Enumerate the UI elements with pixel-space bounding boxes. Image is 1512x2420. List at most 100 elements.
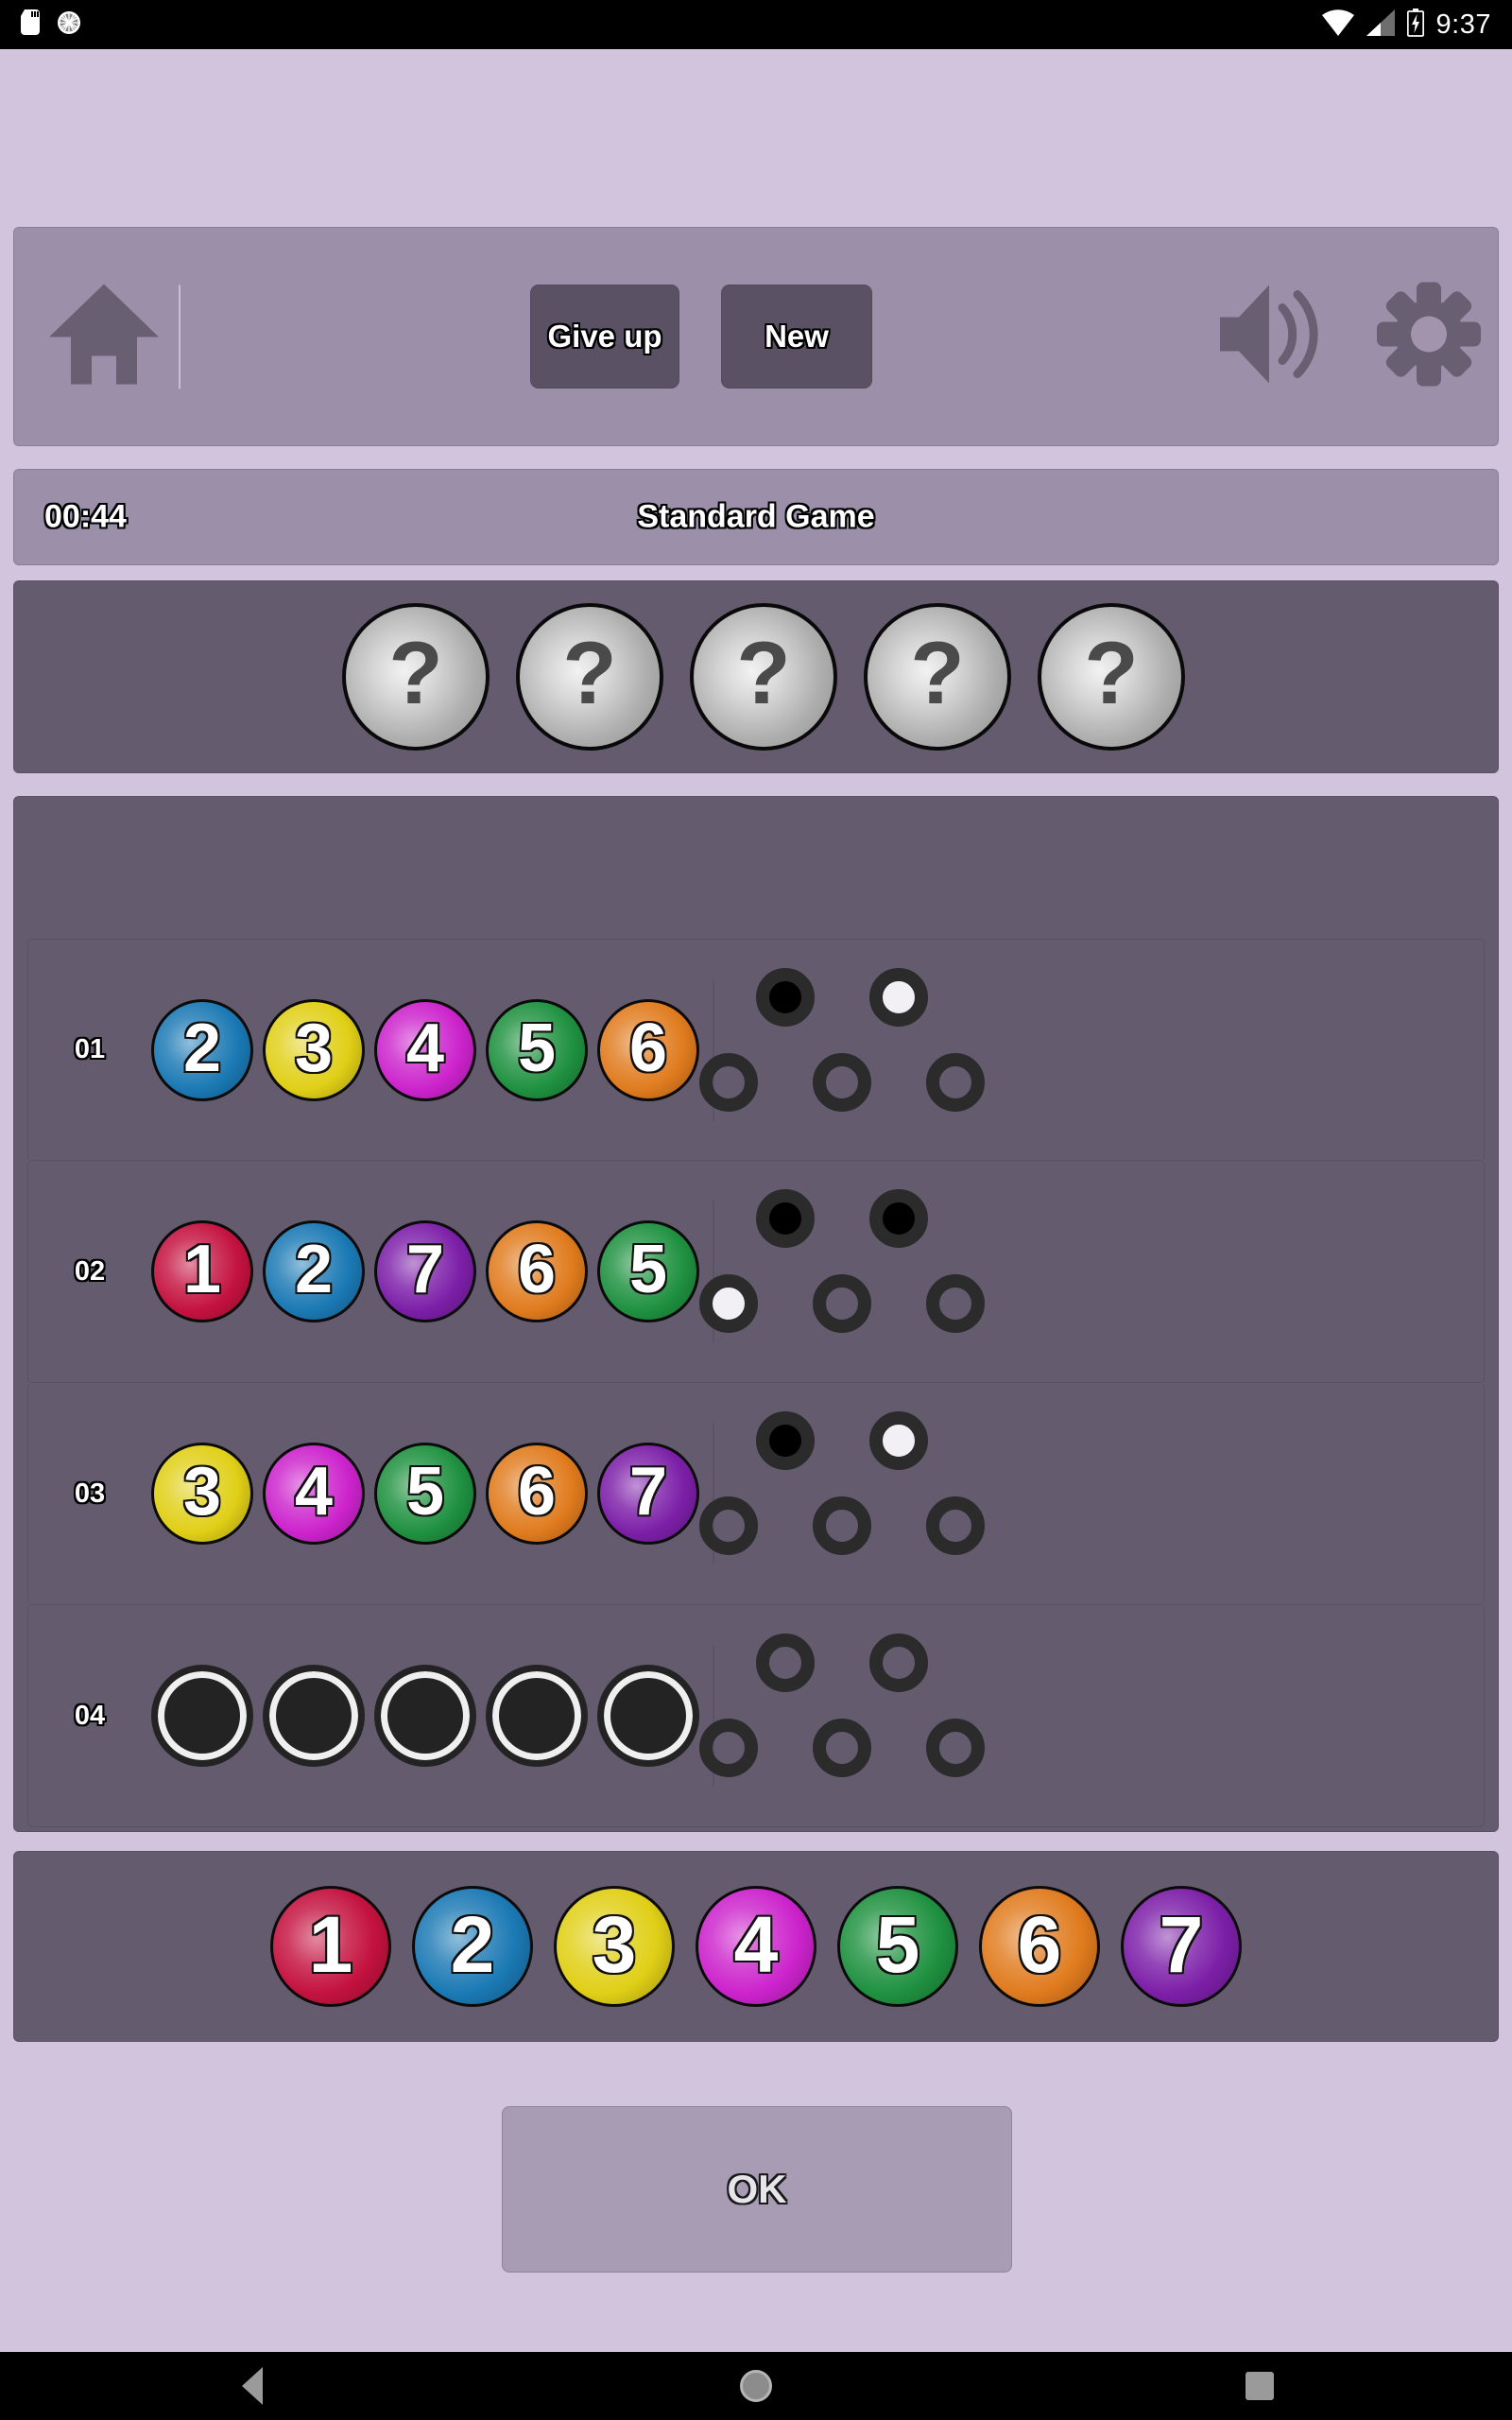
status-bar-clock: 9:37 [1435, 9, 1491, 40]
guess-peg-1[interactable]: 2 [151, 998, 253, 1101]
feedback-peg-black [756, 1189, 815, 1248]
guess-peg-4[interactable]: 6 [486, 1443, 588, 1545]
secret-peg-4: ? [864, 603, 1011, 751]
nav-back-button[interactable] [196, 2352, 309, 2420]
feedback-area [699, 1626, 996, 1806]
feedback-peg-black [869, 1189, 928, 1248]
guess-peg-2[interactable] [263, 1665, 365, 1767]
status-line: 00:44 Standard Game [13, 469, 1499, 565]
feedback-peg-none [699, 1052, 758, 1112]
feedback-peg-black [756, 967, 815, 1027]
secret-peg-2: ? [516, 603, 663, 751]
guess-row-number: 02 [74, 1255, 106, 1287]
guess-peg-5[interactable]: 7 [597, 1443, 699, 1545]
guess-peg-1[interactable]: 3 [151, 1443, 253, 1545]
guess-row: 03 3 4 5 6 7 [27, 1383, 1485, 1605]
wifi-icon [1321, 9, 1354, 41]
guess-peg-area [151, 1665, 699, 1767]
app-screen: 9:37 Give up New 00:44 Standard Game ? ?… [0, 0, 1512, 2420]
gear-icon [1377, 282, 1481, 390]
feedback-area [699, 1404, 996, 1583]
feedback-peg-none [813, 1719, 871, 1777]
secret-peg-5: ? [1038, 603, 1185, 751]
give-up-button[interactable]: Give up [530, 285, 679, 389]
game-mode-label: Standard Game [637, 498, 875, 535]
game-toolbar: Give up New [13, 227, 1499, 446]
palette-peg-5[interactable]: 5 [837, 1886, 958, 2007]
palette-peg-7[interactable]: 7 [1121, 1886, 1242, 2007]
color-palette: 1234567 [13, 1851, 1499, 2042]
guess-row-number: 04 [74, 1700, 106, 1731]
guess-peg-5[interactable] [597, 1665, 699, 1767]
android-nav-bar [0, 2352, 1512, 2420]
feedback-peg-none [926, 1052, 985, 1112]
feedback-peg-white [869, 1411, 928, 1470]
guess-peg-3[interactable]: 4 [374, 998, 476, 1101]
feedback-peg-none [869, 1634, 928, 1692]
guess-row: 02 1 2 7 6 5 [27, 1161, 1485, 1383]
palette-peg-6[interactable]: 6 [979, 1886, 1100, 2007]
battery-charging-icon [1406, 8, 1424, 42]
feedback-peg-white [699, 1274, 758, 1333]
ok-button[interactable]: OK [502, 2106, 1012, 2273]
guess-peg-2[interactable]: 2 [263, 1220, 365, 1322]
nav-home-button[interactable] [699, 2352, 813, 2420]
guess-peg-2[interactable]: 3 [263, 998, 365, 1101]
guess-peg-area: 23456 [151, 998, 699, 1101]
board-top-spacer [14, 797, 1498, 939]
home-button[interactable] [46, 283, 180, 391]
status-bar-left-icons [0, 9, 81, 40]
guess-peg-3[interactable]: 7 [374, 1220, 476, 1322]
feedback-peg-none [756, 1634, 815, 1692]
guess-peg-1[interactable]: 1 [151, 1220, 253, 1322]
guess-peg-area: 34567 [151, 1443, 699, 1545]
guess-peg-3[interactable]: 5 [374, 1443, 476, 1545]
feedback-peg-none [813, 1274, 871, 1333]
palette-peg-4[interactable]: 4 [696, 1886, 816, 2007]
secret-code-row: ????? [13, 580, 1499, 773]
feedback-peg-none [926, 1274, 985, 1333]
settings-button[interactable] [1377, 282, 1481, 391]
home-circle-icon [739, 2370, 772, 2402]
cellular-signal-icon [1366, 9, 1395, 41]
guess-row: 01 2 3 4 5 6 [27, 939, 1485, 1161]
feedback-peg-white [869, 967, 928, 1027]
guess-row-number: 03 [74, 1478, 106, 1509]
secret-peg-1: ? [342, 603, 490, 751]
recents-icon [1246, 2372, 1275, 2400]
palette-peg-1[interactable]: 1 [270, 1886, 391, 2007]
palette-peg-3[interactable]: 3 [554, 1886, 675, 2007]
feedback-peg-none [926, 1496, 985, 1555]
status-bar-right-icons: 9:37 [1321, 8, 1512, 42]
guess-row-number: 01 [74, 1034, 106, 1064]
secret-peg-3: ? [690, 603, 837, 751]
feedback-peg-black [756, 1411, 815, 1470]
guess-peg-1[interactable] [151, 1665, 253, 1767]
android-status-bar: 9:37 [0, 0, 1512, 49]
guess-board: 01 2 3 4 5 6 02 1 2 7 6 5 03 3 4 5 6 7 04 [13, 796, 1499, 1832]
feedback-peg-none [813, 1052, 871, 1112]
feedback-area [699, 1182, 996, 1361]
nav-recents-button[interactable] [1203, 2352, 1316, 2420]
new-game-button[interactable]: New [721, 285, 872, 389]
guess-peg-4[interactable]: 6 [486, 1220, 588, 1322]
feedback-area [699, 960, 996, 1140]
guess-peg-area: 12765 [151, 1220, 699, 1322]
sound-on-icon [1216, 285, 1322, 389]
home-icon [46, 283, 162, 391]
guess-peg-5[interactable]: 6 [597, 998, 699, 1101]
guess-peg-3[interactable] [374, 1665, 476, 1767]
guess-peg-5[interactable]: 5 [597, 1220, 699, 1322]
back-icon [241, 2367, 263, 2405]
guess-peg-2[interactable]: 4 [263, 1443, 365, 1545]
feedback-peg-none [926, 1719, 985, 1777]
guess-peg-4[interactable]: 5 [486, 998, 588, 1101]
feedback-peg-none [813, 1496, 871, 1555]
feedback-peg-none [699, 1719, 758, 1777]
palette-peg-2[interactable]: 2 [412, 1886, 533, 2007]
sound-on-button[interactable] [1216, 284, 1322, 390]
sd-card-icon [21, 9, 40, 40]
guess-peg-4[interactable] [486, 1665, 588, 1767]
feedback-peg-none [699, 1496, 758, 1555]
toolbar-divider [179, 285, 180, 389]
